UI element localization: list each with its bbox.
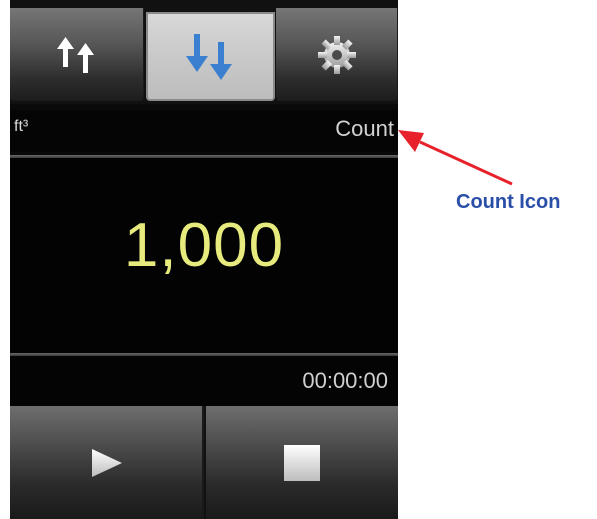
annotation-arrow [398,130,513,186]
annotation-label: Count Icon [456,191,561,213]
